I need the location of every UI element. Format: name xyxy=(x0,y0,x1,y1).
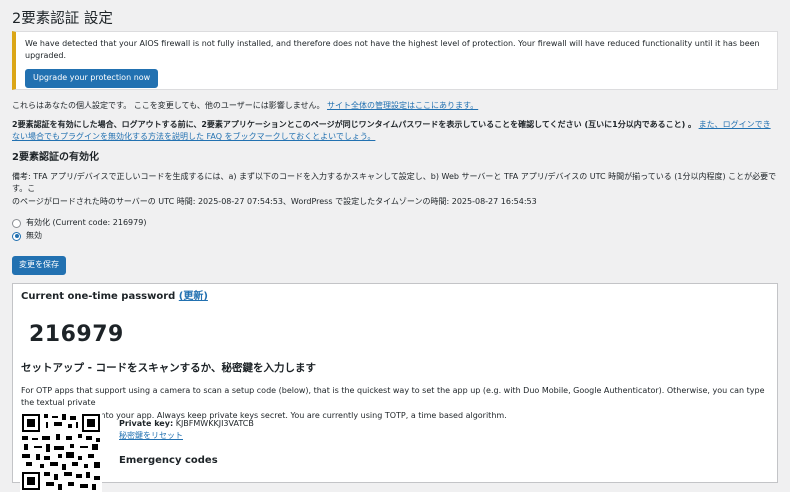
warning-paragraph: 2要素認証を有効にした場合、ログアウトする前に、2要素アプリケーションとこのペー… xyxy=(12,119,778,143)
otp-heading-text: Current one-time password xyxy=(21,291,176,302)
notice-message: We have detected that your AIOS firewall… xyxy=(25,39,760,60)
setup-desc-line1: For OTP apps that support using a camera… xyxy=(21,385,765,408)
option-enable-label: 有効化 (Current code: 216979) xyxy=(26,218,147,228)
reset-private-key-link[interactable]: 秘密鍵をリセット xyxy=(119,431,183,440)
private-key-label: Private key: xyxy=(119,419,174,428)
save-changes-button[interactable]: 変更を保存 xyxy=(12,256,66,275)
option-disable-label: 無効 xyxy=(26,231,42,241)
otp-code: 216979 xyxy=(29,321,124,347)
utc-note-line1: 備考: TFA アプリ/デバイスで正しいコードを生成するには、a) まず以下のコ… xyxy=(12,172,777,194)
emergency-codes-heading: Emergency codes xyxy=(119,455,218,466)
otp-heading: Current one-time password (更新) xyxy=(21,290,769,305)
intro-text: これらはあなたの個人設定です。 ここを変更しても、他のユーザーには影響しません。 xyxy=(12,101,325,110)
enable-options: 有効化 (Current code: 216979) 無効 xyxy=(12,217,778,242)
radio-disable[interactable] xyxy=(12,231,21,241)
utc-note: 備考: TFA アプリ/デバイスで正しいコードを生成するには、a) まず以下のコ… xyxy=(12,171,778,208)
option-disable[interactable]: 無効 xyxy=(12,230,778,242)
setup-heading: セットアップ - コードをスキャンするか、秘密鍵を入力します xyxy=(21,361,316,374)
firewall-notice: We have detected that your AIOS firewall… xyxy=(12,31,778,90)
utc-note-line2: のページがロードされた時のサーバーの UTC 時間: 2025-08-27 07… xyxy=(12,196,537,206)
refresh-link[interactable]: (更新) xyxy=(179,291,208,302)
setup-description: For OTP apps that support using a camera… xyxy=(21,385,769,422)
radio-enable[interactable] xyxy=(12,218,21,228)
private-key-line: Private key: KJBFMWKKJI3VATCB xyxy=(119,418,254,430)
page-title: 2要素認証 設定 xyxy=(12,11,113,27)
warning-bold: 2要素認証を有効にした場合、ログアウトする前に、2要素アプリケーションとこのペー… xyxy=(12,119,697,129)
qr-code-icon xyxy=(20,412,102,492)
private-key-value: KJBFMWKKJI3VATCB xyxy=(175,419,254,428)
upgrade-protection-button[interactable]: Upgrade your protection now xyxy=(25,69,159,88)
site-wide-settings-link[interactable]: サイト全体の管理設定はここにあります。 xyxy=(327,101,478,110)
option-enable[interactable]: 有効化 (Current code: 216979) xyxy=(12,217,778,229)
enable-heading: 2要素認証の有効化 xyxy=(12,151,99,163)
otp-card: Current one-time password (更新) 216979 セッ… xyxy=(12,283,778,492)
private-key-block: Private key: KJBFMWKKJI3VATCB 秘密鍵をリセット xyxy=(119,418,254,441)
intro-line: これらはあなたの個人設定です。 ここを変更しても、他のユーザーには影響しません。… xyxy=(12,100,778,112)
